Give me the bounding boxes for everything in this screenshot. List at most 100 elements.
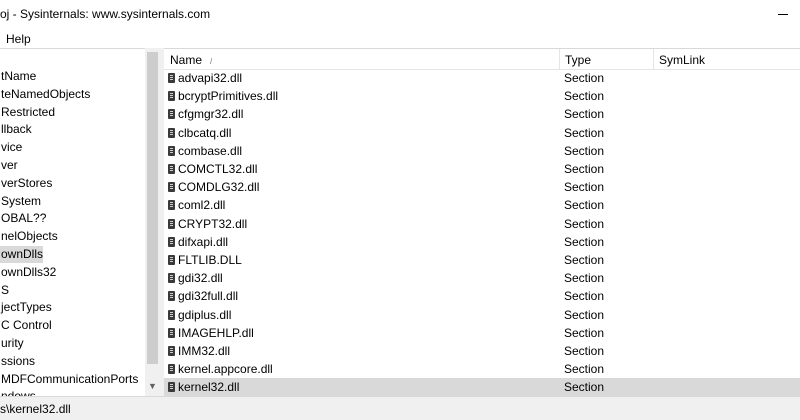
tree-item[interactable]: urity (0, 335, 24, 352)
tree-item[interactable]: ssions (0, 353, 35, 370)
tree-item[interactable]: OBAL?? (0, 210, 46, 227)
tree-item[interactable]: MDFCommunicationPorts (0, 371, 138, 388)
dll-file-icon (168, 255, 175, 265)
cell-type: Section (564, 289, 605, 304)
column-header-symlink[interactable]: SymLink (659, 53, 705, 67)
cell-name: combase.dll (178, 143, 243, 158)
list-row[interactable]: coml2.dll Section (164, 196, 800, 214)
cell-type: Section (564, 234, 605, 249)
cell-type: Section (564, 344, 605, 358)
dll-file-icon (168, 364, 175, 375)
scroll-down-icon[interactable]: ▼ (148, 381, 157, 391)
object-tree[interactable]: tName teNamedObjects Restricted llback vice v… (0, 48, 160, 396)
cell-name: COMDLG32.dll (178, 180, 260, 195)
cell-name: difxapi.dll (178, 234, 229, 249)
list-row[interactable]: IMM32.dll Section (164, 342, 800, 360)
dll-file-icon (168, 91, 175, 102)
tree-item[interactable]: teNamedObjects (0, 86, 90, 103)
dll-file-icon (168, 200, 175, 211)
cell-type: Section (564, 107, 605, 122)
list-row[interactable]: IMAGEHLP.dll Section (164, 324, 800, 342)
cell-type: Section (564, 216, 605, 231)
object-list: Name / Type SymLink advapi32.dll Section bc… (164, 48, 800, 396)
list-row[interactable]: advapi32.dll Section (164, 69, 800, 87)
list-row[interactable]: clbcatq.dll Section (164, 124, 800, 142)
cell-type: Section (564, 362, 605, 377)
tree-item[interactable]: tName (0, 68, 36, 85)
column-header-type[interactable]: Type (565, 53, 591, 67)
menu-bar: Help (0, 30, 800, 48)
dll-file-icon (168, 182, 175, 193)
list-row[interactable]: gdi32.dll Section (164, 269, 800, 287)
list-header: Name / Type SymLink (164, 49, 800, 70)
tree-item[interactable]: jectTypes (0, 299, 52, 316)
tree-item[interactable]: llback (0, 121, 32, 138)
cell-type: Section (564, 253, 605, 267)
dll-file-icon (168, 73, 175, 83)
dll-file-icon (168, 145, 175, 156)
cell-type: Section (564, 143, 605, 158)
tree-item[interactable]: nelObjects (0, 228, 58, 245)
sort-ascending-icon: / (210, 57, 213, 66)
list-row[interactable]: COMDLG32.dll Section (164, 178, 800, 196)
cell-type: Section (564, 307, 605, 322)
minimize-button[interactable] (772, 5, 796, 25)
dll-file-icon (168, 273, 175, 284)
dll-file-icon (168, 382, 175, 393)
cell-type: Section (564, 380, 605, 395)
list-row[interactable]: FLTLIB.DLL Section (164, 251, 800, 269)
cell-type: Section (564, 198, 605, 213)
cell-name: kernel.appcore.dll (178, 362, 273, 377)
dll-file-icon (168, 309, 175, 320)
list-row[interactable]: gdi32full.dll Section (164, 287, 800, 305)
cell-type: Section (564, 180, 605, 195)
cell-type: Section (564, 89, 605, 104)
list-row[interactable]: kernel32.dll Section (164, 378, 800, 396)
status-path: s\kernel32.dll (0, 402, 71, 416)
tree-item[interactable]: ownDlls (0, 246, 44, 263)
list-row[interactable]: difxapi.dll Section (164, 233, 800, 251)
dll-file-icon (168, 327, 175, 338)
list-row[interactable]: gdiplus.dll Section (164, 306, 800, 324)
tree-scrollbar-thumb[interactable] (147, 52, 158, 364)
tree-item[interactable]: vice (0, 139, 22, 156)
tree-item[interactable]: ver (0, 157, 18, 174)
tree-item[interactable]: System (0, 193, 41, 210)
tree-item[interactable]: Restricted (0, 104, 55, 121)
cell-name: clbcatq.dll (178, 125, 232, 140)
window-title: oj - Sysinternals: www.sysinternals.com (0, 7, 211, 21)
tree-item[interactable]: S (0, 282, 9, 299)
cell-name: kernel32.dll (178, 380, 240, 395)
cell-name: FLTLIB.DLL (178, 253, 242, 267)
list-row[interactable]: kernel.appcore.dll Section (164, 360, 800, 378)
tree-item[interactable]: ndows (0, 388, 36, 396)
tree-scrollbar[interactable]: ▼ (145, 48, 160, 396)
list-row[interactable]: CRYPT32.dll Section (164, 215, 800, 233)
cell-type: Section (564, 71, 605, 85)
cell-name: IMM32.dll (178, 344, 231, 358)
dll-file-icon (168, 127, 175, 138)
list-row[interactable]: combase.dll Section (164, 142, 800, 160)
title-bar: oj - Sysinternals: www.sysinternals.com (0, 0, 800, 30)
column-header-name[interactable]: Name / (170, 53, 212, 67)
column-divider[interactable] (653, 49, 654, 70)
dll-file-icon (168, 109, 175, 120)
cell-name: gdi32full.dll (178, 289, 239, 304)
cell-type: Section (564, 125, 605, 140)
cell-type: Section (564, 271, 605, 286)
cell-name: coml2.dll (178, 198, 226, 213)
tree-item[interactable]: ownDlls32 (0, 264, 56, 281)
list-row[interactable]: cfgmgr32.dll Section (164, 105, 800, 123)
list-row[interactable]: COMCTL32.dll Section (164, 160, 800, 178)
tree-item[interactable]: C Control (0, 317, 52, 334)
column-header-name-label: Name (170, 53, 203, 67)
cell-name: CRYPT32.dll (178, 216, 248, 231)
dll-file-icon (168, 218, 175, 229)
cell-name: gdiplus.dll (178, 307, 232, 322)
menu-help[interactable]: Help (6, 32, 31, 46)
list-row[interactable]: bcryptPrimitives.dll Section (164, 87, 800, 105)
dll-file-icon (168, 164, 175, 174)
cell-name: advapi32.dll (178, 71, 243, 85)
tree-item[interactable]: verStores (0, 175, 52, 192)
column-divider[interactable] (559, 49, 560, 70)
